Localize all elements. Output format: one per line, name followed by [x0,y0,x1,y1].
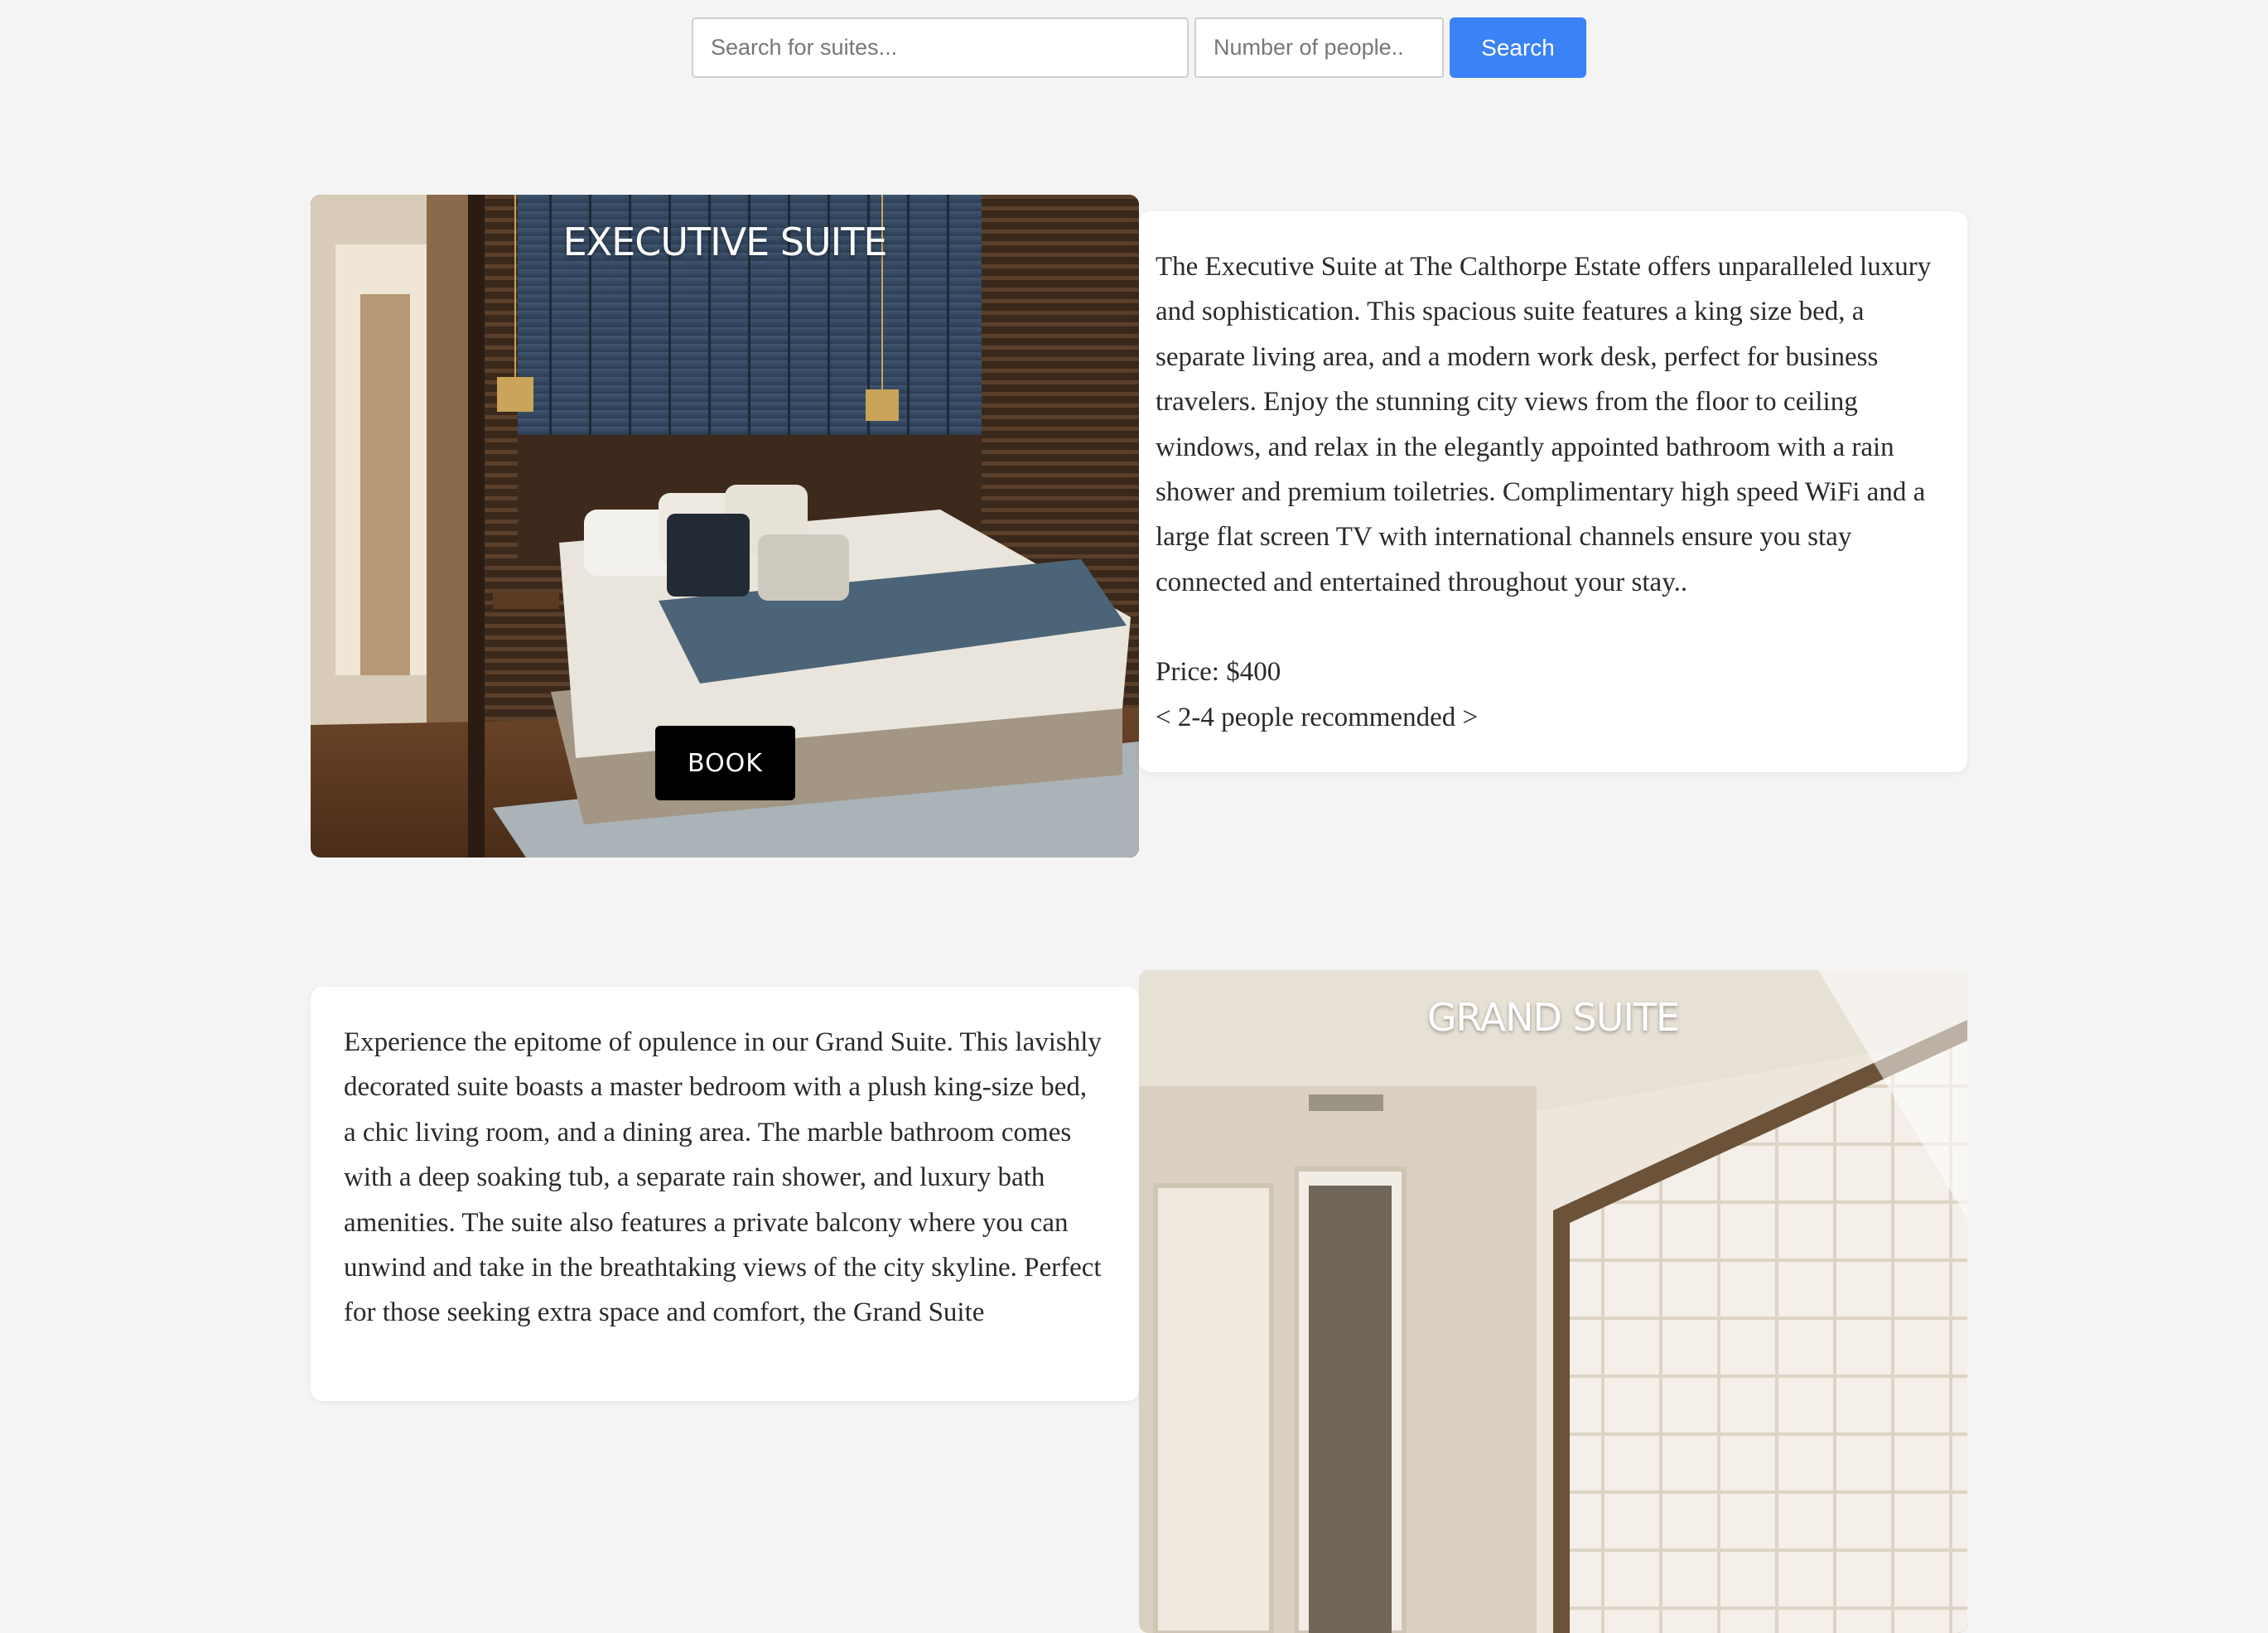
suite-grand: Experience the epitome of opulence in ou… [311,970,1967,1633]
suite-title: GRAND SUITE [1426,995,1680,1040]
search-bar: Search [692,17,1586,78]
executive-suite-image: EXECUTIVE SUITE BOOK [311,195,1139,858]
suite-description-card: Experience the epitome of opulence in ou… [311,987,1139,1401]
grand-suite-image: GRAND SUITE [1139,970,1967,1633]
suite-price: Price: $400 [1156,657,1281,688]
suite-title: EXECUTIVE SUITE [562,220,888,264]
suite-search-input[interactable] [692,17,1189,78]
suite-recommendation: < 2-4 people recommended > [1156,702,1479,732]
book-button[interactable]: BOOK [655,726,795,800]
search-button[interactable]: Search [1450,17,1586,78]
suite-description: Experience the epitome of opulence in ou… [344,1027,1102,1328]
suite-description: The Executive Suite at The Calthorpe Est… [1156,252,1932,597]
people-count-input[interactable] [1194,17,1444,78]
suite-description-card: The Executive Suite at The Calthorpe Est… [1139,211,1967,772]
suite-executive: EXECUTIVE SUITE BOOK The Executive Suite… [311,195,1967,858]
grand-suite-photo [1139,970,1967,1633]
